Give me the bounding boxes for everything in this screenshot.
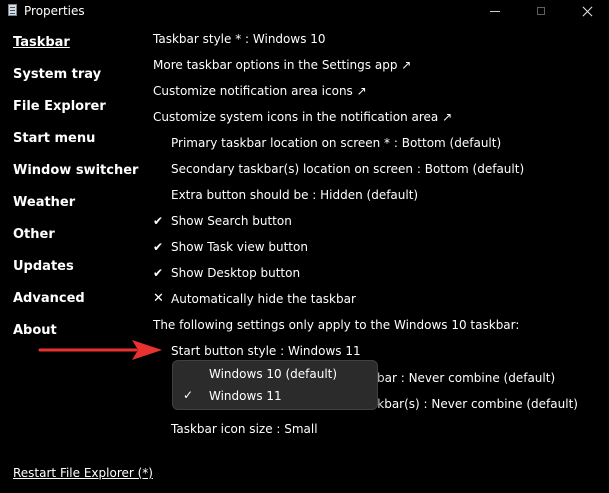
checkmark-icon: ✓ [183, 388, 194, 402]
window-title: Properties [24, 4, 85, 18]
windows10-note: The following settings only apply to the… [153, 318, 520, 332]
notification-icons-link[interactable]: Customize notification area icons ↗ [153, 84, 367, 98]
menu-option-label: Windows 11 [209, 389, 282, 403]
show-taskview-check-icon: ✔ [153, 240, 164, 254]
sidebar-item-window-switcher[interactable]: Window switcher [13, 163, 138, 178]
close-icon [582, 6, 593, 17]
maximize-icon [537, 7, 545, 15]
sidebar-item-advanced[interactable]: Advanced [13, 291, 85, 306]
show-search-toggle[interactable]: Show Search button [171, 214, 292, 228]
restart-explorer-link[interactable]: Restart File Explorer (*) [13, 466, 153, 480]
menu-option-windows10[interactable]: Windows 10 (default) [173, 363, 377, 385]
show-taskview-toggle[interactable]: Show Task view button [171, 240, 308, 254]
sidebar-item-about[interactable]: About [13, 323, 57, 338]
combine-secondary-setting[interactable]: skbar(s) : Never combine (default) [371, 397, 578, 411]
close-button[interactable] [564, 0, 609, 22]
sidebar-item-system-tray[interactable]: System tray [13, 67, 101, 82]
extra-button-setting[interactable]: Extra button should be : Hidden (default… [171, 188, 418, 202]
start-button-style-setting[interactable]: Start button style : Windows 11 [171, 344, 361, 358]
properties-app-icon [8, 4, 17, 16]
taskbar-style-setting[interactable]: Taskbar style * : Windows 10 [153, 32, 326, 46]
sidebar-item-taskbar[interactable]: Taskbar [13, 35, 70, 50]
maximize-button [518, 0, 564, 22]
more-options-link[interactable]: More taskbar options in the Settings app… [153, 58, 411, 72]
menu-option-windows11[interactable]: ✓ Windows 11 [173, 385, 377, 407]
show-desktop-check-icon: ✔ [153, 266, 164, 280]
minimize-button[interactable] [472, 0, 518, 22]
sidebar-item-start-menu[interactable]: Start menu [13, 131, 95, 146]
sidebar-item-file-explorer[interactable]: File Explorer [13, 99, 106, 114]
sidebar-item-weather[interactable]: Weather [13, 195, 75, 210]
icon-size-setting[interactable]: Taskbar icon size : Small [171, 422, 318, 436]
sidebar-item-updates[interactable]: Updates [13, 259, 74, 274]
auto-hide-cross-icon: ✕ [153, 291, 164, 306]
show-search-check-icon: ✔ [153, 214, 164, 228]
auto-hide-toggle[interactable]: Automatically hide the taskbar [171, 292, 356, 306]
sidebar-item-other[interactable]: Other [13, 227, 55, 242]
combine-primary-setting[interactable]: bar : Never combine (default) [377, 371, 555, 385]
system-icons-link[interactable]: Customize system icons in the notificati… [153, 110, 452, 124]
secondary-location-setting[interactable]: Secondary taskbar(s) location on screen … [171, 162, 524, 176]
start-button-style-menu: Windows 10 (default) ✓ Windows 11 [172, 360, 378, 410]
title-bar[interactable]: Properties [0, 0, 609, 22]
primary-location-setting[interactable]: Primary taskbar location on screen * : B… [171, 136, 501, 150]
minimize-icon [490, 10, 500, 12]
menu-option-label: Windows 10 (default) [209, 367, 338, 381]
show-desktop-toggle[interactable]: Show Desktop button [171, 266, 300, 280]
properties-window: Properties Taskbar System tray File Expl… [0, 0, 609, 493]
